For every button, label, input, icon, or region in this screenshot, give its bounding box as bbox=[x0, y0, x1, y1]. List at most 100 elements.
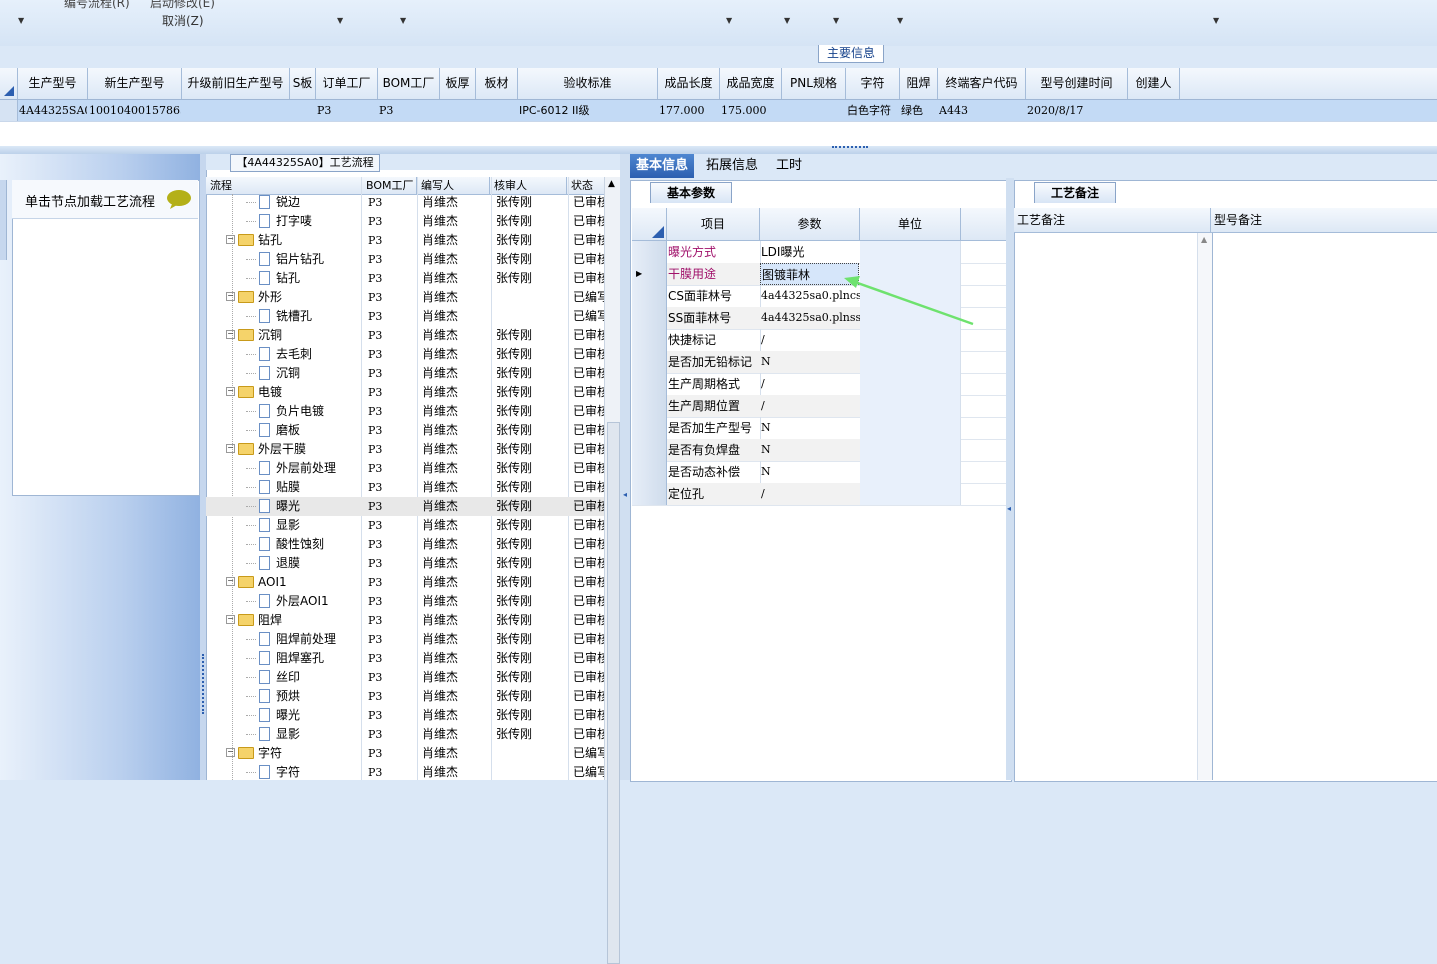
grid-col-header[interactable]: 板材 bbox=[476, 68, 518, 99]
grid-col-header[interactable]: 生产型号 bbox=[18, 68, 88, 99]
tree-row[interactable]: 丝印 P3 肖维杰 张传刚 已审核 bbox=[206, 668, 604, 687]
load-process-header[interactable]: 单击节点加载工艺流程 bbox=[12, 180, 198, 219]
remark-scrollbar[interactable]: ▲ bbox=[1197, 233, 1213, 780]
dropdown-caret-icon[interactable]: ▼ bbox=[833, 16, 839, 25]
dropdown-caret-icon[interactable]: ▼ bbox=[337, 16, 343, 25]
collapse-toggle-icon[interactable]: − bbox=[226, 330, 235, 339]
collapse-toggle-icon[interactable]: − bbox=[226, 615, 235, 624]
start-modify-menu-item[interactable]: 启动修改(E) bbox=[150, 0, 215, 11]
table-row[interactable]: 4A44325SA0 10010400157865 P3 P3 IPC-6012 II级… bbox=[0, 100, 1437, 122]
params-col-value[interactable]: 参数 bbox=[760, 208, 860, 240]
tree-node[interactable]: − 外形 bbox=[226, 288, 282, 307]
basic-params-tab[interactable]: 基本参数 bbox=[650, 182, 732, 203]
param-value[interactable]: N bbox=[760, 439, 861, 461]
param-row-header[interactable] bbox=[632, 439, 667, 461]
tree-row[interactable]: 打字唛 P3 肖维杰 张传刚 已审核 bbox=[206, 212, 604, 231]
tree-node[interactable]: 字符 bbox=[246, 763, 300, 782]
tree-node[interactable]: 贴膜 bbox=[246, 478, 300, 497]
collapse-toggle-icon[interactable]: − bbox=[226, 748, 235, 757]
tree-node[interactable]: 外层AOI1 bbox=[246, 592, 329, 611]
tab-extended-info[interactable]: 拓展信息 bbox=[700, 154, 764, 178]
grid-col-header[interactable]: 字符 bbox=[846, 68, 900, 99]
tree-node[interactable]: 曝光 bbox=[246, 497, 300, 516]
cancel-menu-item[interactable]: 取消(Z) bbox=[162, 12, 204, 29]
grid-cell[interactable]: 绿色 bbox=[901, 100, 937, 121]
tree-node[interactable]: 外层前处理 bbox=[246, 459, 336, 478]
tree-node[interactable]: − 阻焊 bbox=[226, 611, 282, 630]
dropdown-caret-icon[interactable]: ▼ bbox=[18, 16, 24, 25]
tree-node[interactable]: 酸性蚀刻 bbox=[246, 535, 324, 554]
collapse-left-icon[interactable]: ◂ bbox=[1007, 504, 1011, 513]
param-unit[interactable] bbox=[860, 395, 961, 417]
grid-col-header[interactable]: 订单工厂 bbox=[316, 68, 378, 99]
tree-row[interactable]: − 电镀 P3 肖维杰 张传刚 已审核 bbox=[206, 383, 604, 402]
tree-col-header[interactable]: 状态 bbox=[567, 177, 607, 194]
tree-node[interactable]: 打字唛 bbox=[246, 212, 312, 231]
tree-row[interactable]: 钻孔 P3 肖维杰 张传刚 已审核 bbox=[206, 269, 604, 288]
vertical-splitter[interactable]: ◂ bbox=[620, 154, 630, 780]
tree-row[interactable]: 显影 P3 肖维杰 张传刚 已审核 bbox=[206, 516, 604, 535]
grid-col-header[interactable]: S板 bbox=[290, 68, 316, 99]
tree-node[interactable]: 曝光 bbox=[246, 706, 300, 725]
tree-node[interactable]: 磨板 bbox=[246, 421, 300, 440]
grid-cell[interactable]: 白色字符 bbox=[847, 100, 899, 121]
grid-cell[interactable]: 177.000 bbox=[659, 100, 719, 121]
process-remark-col[interactable]: 工艺备注 bbox=[1014, 208, 1211, 232]
dropdown-caret-icon[interactable]: ▼ bbox=[400, 16, 406, 25]
tree-node[interactable]: 锐边 bbox=[246, 193, 300, 212]
vertical-splitter[interactable]: ◂ bbox=[1006, 178, 1014, 780]
model-remark-col[interactable]: 型号备注 bbox=[1211, 208, 1436, 232]
tree-scrollbar[interactable]: ▲ bbox=[604, 177, 621, 964]
tree-node[interactable]: 阻焊前处理 bbox=[246, 630, 336, 649]
tree-node[interactable]: − AOI1 bbox=[226, 573, 287, 592]
dropdown-caret-icon[interactable]: ▼ bbox=[1213, 16, 1219, 25]
tree-row[interactable]: 预烘 P3 肖维杰 张传刚 已审核 bbox=[206, 687, 604, 706]
grid-cell[interactable] bbox=[183, 100, 289, 121]
tree-node[interactable]: 退膜 bbox=[246, 554, 300, 573]
param-value[interactable]: / bbox=[760, 373, 861, 395]
tree-row[interactable]: 曝光 P3 肖维杰 张传刚 已审核 bbox=[206, 497, 604, 516]
numbering-flow-menu-item[interactable]: 编号流程(R) bbox=[64, 0, 130, 11]
grid-cell[interactable]: 10010400157865 bbox=[89, 100, 181, 121]
param-row-header[interactable] bbox=[632, 417, 667, 439]
param-value[interactable]: / bbox=[760, 395, 861, 417]
param-row[interactable]: 是否有负焊盘 N bbox=[632, 439, 1006, 462]
param-row-header[interactable] bbox=[632, 483, 667, 505]
param-row-header[interactable]: ▶ bbox=[632, 263, 667, 285]
param-value[interactable]: / bbox=[760, 483, 861, 505]
param-row-header[interactable] bbox=[632, 329, 667, 351]
param-row[interactable]: 快捷标记 / bbox=[632, 329, 1006, 352]
tree-row[interactable]: − AOI1 P3 肖维杰 张传刚 已审核 bbox=[206, 573, 604, 592]
row-header[interactable] bbox=[0, 100, 18, 121]
grid-cell[interactable] bbox=[783, 100, 845, 121]
splitter-grip-icon[interactable] bbox=[832, 146, 868, 151]
tree-node[interactable]: 丝印 bbox=[246, 668, 300, 687]
grid-cell[interactable] bbox=[477, 100, 517, 121]
grid-cell[interactable]: 4A44325SA0 bbox=[19, 100, 87, 121]
tree-node[interactable]: 铝片钻孔 bbox=[246, 250, 324, 269]
grid-col-header[interactable]: PNL规格 bbox=[782, 68, 846, 99]
tree-node[interactable]: − 沉铜 bbox=[226, 326, 282, 345]
tree-node[interactable]: − 字符 bbox=[226, 744, 282, 763]
collapse-toggle-icon[interactable]: − bbox=[226, 444, 235, 453]
tree-row[interactable]: − 阻焊 P3 肖维杰 张传刚 已审核 bbox=[206, 611, 604, 630]
tree-row[interactable]: 负片电镀 P3 肖维杰 张传刚 已审核 bbox=[206, 402, 604, 421]
tree-row[interactable]: − 沉铜 P3 肖维杰 张传刚 已审核 bbox=[206, 326, 604, 345]
collapse-toggle-icon[interactable]: − bbox=[226, 235, 235, 244]
tree-row[interactable]: 外层AOI1 P3 肖维杰 张传刚 已审核 bbox=[206, 592, 604, 611]
param-value[interactable]: N bbox=[760, 417, 861, 439]
param-unit[interactable] bbox=[860, 417, 961, 439]
tree-node[interactable]: − 外层干膜 bbox=[226, 440, 306, 459]
param-unit[interactable] bbox=[860, 439, 961, 461]
collapse-toggle-icon[interactable]: − bbox=[226, 387, 235, 396]
param-row[interactable]: 曝光方式 LDI曝光 bbox=[632, 241, 1006, 264]
grid-cell[interactable]: IPC-6012 II级 bbox=[519, 100, 657, 121]
grid-cell[interactable] bbox=[441, 100, 475, 121]
tree-row[interactable]: − 钻孔 P3 肖维杰 张传刚 已审核 bbox=[206, 231, 604, 250]
grid-cell[interactable] bbox=[1129, 100, 1179, 121]
grid-col-header[interactable]: 成品宽度 bbox=[720, 68, 782, 99]
tree-row[interactable]: − 外层干膜 P3 肖维杰 张传刚 已审核 bbox=[206, 440, 604, 459]
grid-cell[interactable]: 2020/8/17 bbox=[1027, 100, 1127, 121]
collapse-left-icon[interactable]: ◂ bbox=[623, 490, 627, 499]
dropdown-caret-icon[interactable]: ▼ bbox=[726, 16, 732, 25]
